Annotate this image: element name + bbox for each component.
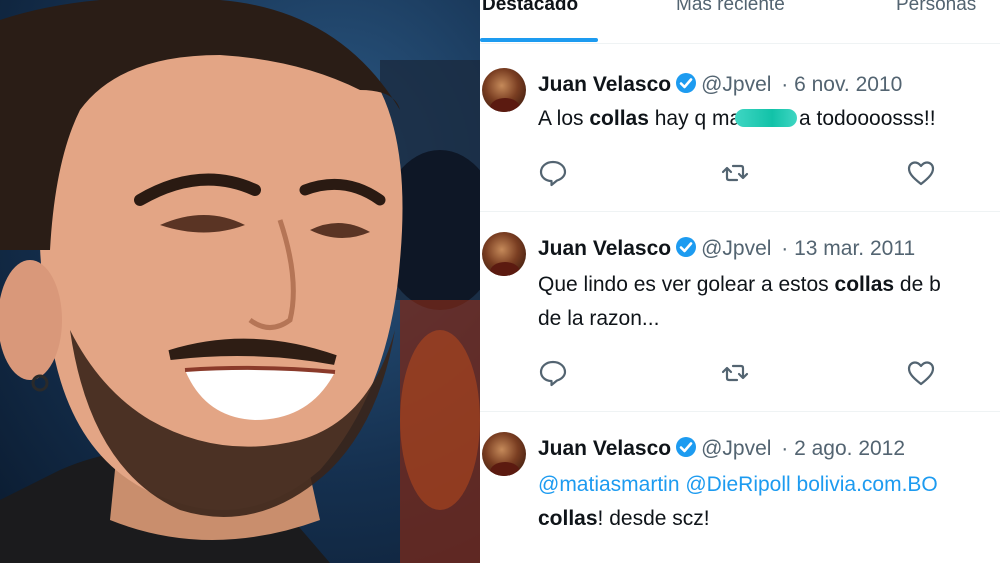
mention-links[interactable]: @matiasmartin @DieRipoll bolivia.com.BO: [538, 473, 938, 496]
tweet-header: Juan Velasco @Jpvel · 13 mar. 2011: [538, 236, 915, 261]
tab-mas-reciente[interactable]: Más reciente: [676, 0, 785, 16]
text-segment: ! desde scz!: [597, 507, 710, 530]
verified-badge-icon: [676, 237, 697, 257]
author-handle[interactable]: @Jpvel: [701, 437, 771, 460]
tweet-text: Que lindo es ver golear a estos collas d…: [538, 268, 1000, 336]
author-name[interactable]: Juan Velasco: [538, 73, 671, 96]
avatar[interactable]: [482, 232, 526, 276]
text-segment: hay q ma: [648, 107, 742, 130]
avatar[interactable]: [482, 432, 526, 476]
results-tabs: Destacado Más reciente Personas: [480, 0, 1000, 44]
text-segment: a todoooosss!!: [793, 107, 936, 130]
smiling-man-illustration: [0, 0, 480, 563]
heart-icon[interactable]: [906, 358, 936, 388]
author-handle[interactable]: @Jpvel: [701, 73, 771, 96]
tab-destacado[interactable]: Destacado: [482, 0, 578, 16]
tweet-actions: [538, 158, 958, 188]
text-segment: A los: [538, 107, 590, 130]
tweet-header: Juan Velasco @Jpvel · 2 ago. 2012: [538, 436, 905, 461]
text-segment: Que lindo es ver golear a estos: [538, 273, 835, 296]
reply-icon[interactable]: [538, 158, 568, 188]
tweet-date[interactable]: · 13 mar. 2011: [781, 237, 915, 260]
reply-icon[interactable]: [538, 358, 568, 388]
censor-scribble: [735, 109, 798, 127]
author-name[interactable]: Juan Velasco: [538, 237, 671, 260]
highlighted-term: collas: [834, 273, 895, 296]
tab-personas[interactable]: Personas: [896, 0, 976, 16]
highlighted-term: collas: [538, 507, 598, 530]
heart-icon[interactable]: [906, 158, 936, 188]
tweet-item[interactable]: Juan Velasco @Jpvel · 13 mar. 2011 Que li…: [480, 212, 1000, 412]
author-handle[interactable]: @Jpvel: [701, 237, 771, 260]
tweet-item[interactable]: Juan Velasco @Jpvel · 6 nov. 2010 A los c…: [480, 44, 1000, 212]
tweet-text: @matiasmartin @DieRipoll bolivia.com.BO …: [538, 468, 1000, 536]
tweet-text: A los collas hay q ma a todoooosss!!: [538, 102, 1000, 136]
retweet-icon[interactable]: [720, 358, 750, 388]
verified-badge-icon: [676, 437, 697, 457]
author-name[interactable]: Juan Velasco: [538, 437, 671, 460]
tweet-header: Juan Velasco @Jpvel · 6 nov. 2010: [538, 72, 902, 97]
tweet-search-results: Destacado Más reciente Personas Juan Vel…: [480, 0, 1000, 563]
portrait-photo: [0, 0, 480, 563]
tweet-item[interactable]: Juan Velasco @Jpvel · 2 ago. 2012 @matias…: [480, 412, 1000, 563]
tweet-date[interactable]: · 2 ago. 2012: [781, 437, 905, 460]
retweet-icon[interactable]: [720, 158, 750, 188]
avatar[interactable]: [482, 68, 526, 112]
tweet-actions: [538, 358, 958, 388]
tweet-date[interactable]: · 6 nov. 2010: [781, 73, 902, 96]
active-tab-indicator: [480, 38, 598, 42]
highlighted-term: collas: [589, 107, 649, 130]
verified-badge-icon: [676, 73, 697, 93]
